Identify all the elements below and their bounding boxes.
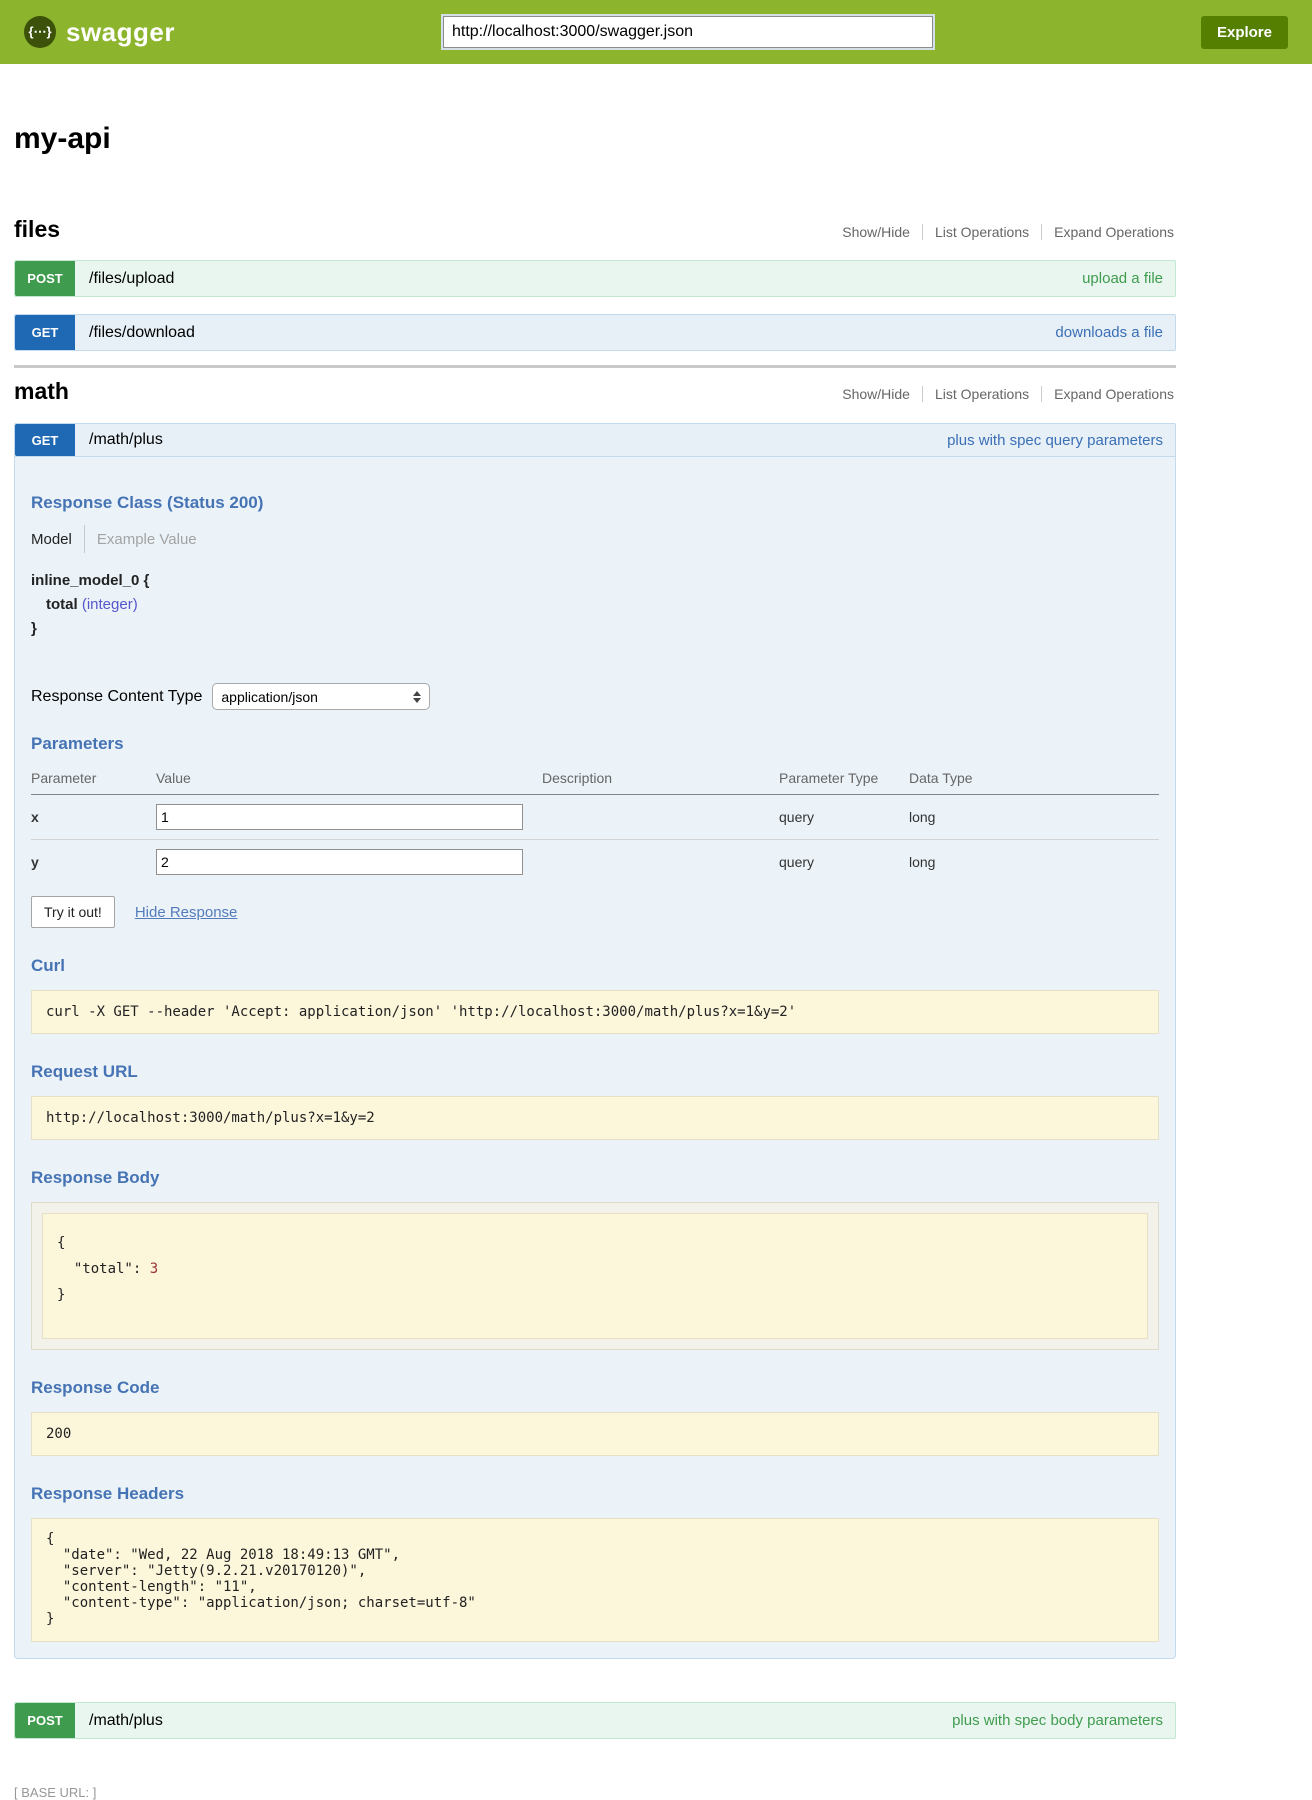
table-row-x: x query long: [31, 795, 1159, 840]
parameters-table: Parameter Value Description Parameter Ty…: [31, 766, 1159, 884]
page-title: my-api: [14, 122, 1176, 156]
model-property: total (integer): [46, 593, 1159, 617]
swagger-logo-icon: {⋯}: [24, 16, 56, 48]
response-headers-json: { "date": "Wed, 22 Aug 2018 18:49:13 GMT…: [31, 1518, 1159, 1642]
operation-get-math-plus[interactable]: GET /math/plus plus with spec query para…: [14, 423, 1176, 457]
model-close-brace: }: [31, 617, 1159, 641]
section-title-math[interactable]: math: [14, 378, 69, 405]
section-title-files[interactable]: files: [14, 216, 60, 243]
param-data-type: long: [909, 840, 1159, 885]
section-controls: Show/Hide List Operations Expand Operati…: [830, 224, 1176, 240]
response-code-value: 200: [31, 1412, 1159, 1456]
show-hide-link[interactable]: Show/Hide: [830, 224, 922, 240]
param-data-type: long: [909, 795, 1159, 840]
column-header-description: Description: [542, 766, 779, 795]
model-property-name: total: [46, 596, 78, 613]
http-method-badge: POST: [15, 1703, 75, 1738]
model-signature: inline_model_0 { total (integer) }: [31, 569, 1159, 641]
http-method-badge: GET: [15, 315, 75, 350]
tab-separator: [84, 525, 85, 553]
section-divider: [14, 365, 1176, 368]
tab-example-value[interactable]: Example Value: [97, 531, 197, 548]
request-url-value: http://localhost:3000/math/plus?x=1&y=2: [31, 1096, 1159, 1140]
operation-summary-link[interactable]: downloads a file: [1055, 324, 1163, 341]
column-header-data-type: Data Type: [909, 766, 1159, 795]
expand-operations-link[interactable]: Expand Operations: [1041, 224, 1176, 240]
json-text: { "total":: [57, 1235, 150, 1277]
expand-operations-link[interactable]: Expand Operations: [1041, 386, 1176, 402]
response-class-heading: Response Class (Status 200): [31, 493, 1159, 513]
base-url-footer: [ BASE URL: ]: [14, 1785, 1176, 1800]
spec-url-input[interactable]: [443, 16, 933, 48]
param-y-input[interactable]: [156, 849, 523, 875]
curl-heading: Curl: [31, 956, 1159, 976]
operation-post-files-upload[interactable]: POST /files/upload upload a file: [14, 260, 1176, 297]
files-section-header: files Show/Hide List Operations Expand O…: [14, 216, 1176, 243]
param-name: y: [31, 840, 156, 885]
select-arrows-icon: [413, 691, 421, 703]
json-text: }: [57, 1287, 65, 1303]
model-tabs: Model Example Value: [31, 525, 1159, 553]
response-body-container: { "total": 3 }: [31, 1202, 1159, 1350]
column-header-parameter-type: Parameter Type: [779, 766, 909, 795]
hide-response-link[interactable]: Hide Response: [135, 904, 238, 921]
operation-summary-link[interactable]: plus with spec query parameters: [947, 432, 1163, 449]
json-number-value: 3: [150, 1261, 158, 1277]
parameters-heading: Parameters: [31, 734, 1159, 754]
selected-content-type: application/json: [221, 689, 318, 705]
model-property-type: (integer): [82, 596, 138, 613]
param-name: x: [31, 795, 156, 840]
operation-path-link[interactable]: /files/upload: [89, 270, 174, 288]
tab-model[interactable]: Model: [31, 531, 72, 548]
curl-command: curl -X GET --header 'Accept: applicatio…: [31, 990, 1159, 1034]
explore-button[interactable]: Explore: [1201, 16, 1288, 49]
param-description: [542, 795, 779, 840]
show-hide-link[interactable]: Show/Hide: [830, 386, 922, 402]
response-body-heading: Response Body: [31, 1168, 1159, 1188]
math-section-header: math Show/Hide List Operations Expand Op…: [14, 378, 1176, 405]
section-controls: Show/Hide List Operations Expand Operati…: [830, 386, 1176, 402]
response-content-type-label: Response Content Type: [31, 688, 202, 706]
column-header-value: Value: [156, 766, 542, 795]
operation-detail-panel: Response Class (Status 200) Model Exampl…: [14, 457, 1176, 1659]
try-it-out-button[interactable]: Try it out!: [31, 896, 115, 928]
operation-get-files-download[interactable]: GET /files/download downloads a file: [14, 314, 1176, 351]
brand-title: swagger: [66, 17, 175, 48]
response-content-type-select[interactable]: application/json: [212, 683, 430, 710]
param-type: query: [779, 795, 909, 840]
http-method-badge: GET: [15, 424, 75, 456]
response-code-heading: Response Code: [31, 1378, 1159, 1398]
operation-path-link[interactable]: /files/download: [89, 324, 195, 342]
operation-path-link[interactable]: /math/plus: [89, 431, 163, 449]
operation-summary-link[interactable]: plus with spec body parameters: [952, 1712, 1163, 1729]
response-headers-heading: Response Headers: [31, 1484, 1159, 1504]
param-x-input[interactable]: [156, 804, 523, 830]
table-row-y: y query long: [31, 840, 1159, 885]
param-type: query: [779, 840, 909, 885]
http-method-badge: POST: [15, 261, 75, 296]
operation-path-link[interactable]: /math/plus: [89, 1712, 163, 1730]
request-url-heading: Request URL: [31, 1062, 1159, 1082]
column-header-parameter: Parameter: [31, 766, 156, 795]
operation-summary-link[interactable]: upload a file: [1082, 270, 1163, 287]
model-name: inline_model_0 {: [31, 569, 1159, 593]
swagger-header: {⋯} swagger Explore: [0, 0, 1312, 64]
response-body-json: { "total": 3 }: [42, 1213, 1148, 1339]
operation-post-math-plus[interactable]: POST /math/plus plus with spec body para…: [14, 1702, 1176, 1739]
param-description: [542, 840, 779, 885]
list-operations-link[interactable]: List Operations: [922, 224, 1041, 240]
list-operations-link[interactable]: List Operations: [922, 386, 1041, 402]
